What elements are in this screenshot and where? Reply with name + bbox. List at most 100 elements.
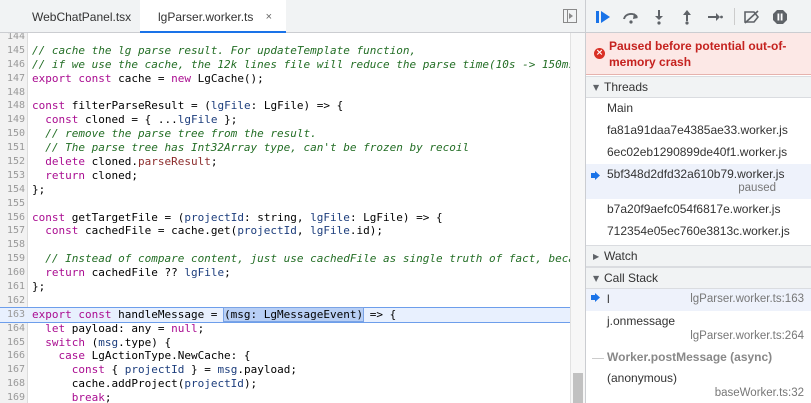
line-number[interactable]: 157 [0, 224, 25, 238]
step-out-icon [683, 9, 691, 25]
editor-scrollbar[interactable] [570, 33, 585, 403]
close-tab-icon[interactable]: × [266, 0, 272, 34]
code-line[interactable]: 152 delete cloned.parseResult; [0, 155, 570, 169]
code-line[interactable]: 153 return cloned; [0, 169, 570, 183]
code-line[interactable]: 151 // The parse tree has Int32Array typ… [0, 141, 570, 155]
line-number[interactable]: 163 [0, 308, 25, 322]
code-token: break [32, 391, 105, 403]
code-text: // if we use the cache, the 12k lines fi… [32, 58, 582, 72]
toggle-debugger-panel-icon[interactable] [563, 9, 577, 23]
code-line[interactable]: 164 let payload: any = null; [0, 322, 570, 336]
code-text: const { projectId } = msg.payload; [32, 363, 297, 377]
code-line[interactable]: 159 // Instead of compare content, just … [0, 252, 585, 266]
code-line[interactable]: 144 [0, 33, 570, 44]
line-number[interactable]: 154 [0, 183, 25, 197]
code-token: const [32, 99, 72, 113]
code-editor[interactable]: 144 145 // cache the lg parse result. For… [0, 33, 585, 403]
code-line[interactable]: 148 const filterParseResult = (lgFile: Lg… [0, 99, 570, 113]
code-line[interactable]: 160 return cachedFile ?? lgFile; [0, 266, 570, 280]
step-icon [708, 12, 723, 21]
code-token: .id); [349, 224, 384, 238]
thread-item[interactable]: 6ec02eb1290899de40f1.worker.js [586, 142, 811, 164]
code-line[interactable]: 156 const getTargetFile = (projectId: str… [0, 211, 570, 225]
code-token: , [296, 224, 311, 238]
pause-on-exceptions-button[interactable] [766, 0, 794, 33]
code-line[interactable]: 162 [0, 294, 570, 308]
code-line[interactable]: 166 case LgActionType.NewCache: { [0, 349, 570, 363]
deactivate-breakpoints-button[interactable] [738, 0, 766, 33]
code-line[interactable]: 150 // remove the parse tree from the re… [0, 127, 570, 141]
callstack-frame[interactable]: l lgParser.worker.ts:163 [586, 289, 811, 311]
tab-webchatpanel[interactable]: WebChatPanel.tsx [0, 0, 141, 33]
frame-name: (anonymous) [607, 371, 678, 385]
resume-button[interactable] [589, 0, 617, 33]
thread-item[interactable]: 712354e05ec760e3813c.worker.js [586, 221, 811, 243]
line-number[interactable]: 148 [0, 99, 25, 113]
code-line[interactable]: 149 const cloned = { ...lgFile }; [0, 113, 570, 127]
step-button[interactable] [701, 0, 729, 33]
line-number[interactable]: 167 [0, 363, 25, 377]
code-line[interactable]: 158 [0, 238, 570, 252]
callstack-frame[interactable]: (anonymous) baseWorker.ts:32 [586, 368, 811, 403]
code-line[interactable]: 167 const { projectId } = msg.payload; [0, 363, 570, 377]
line-number[interactable]: 144 [0, 33, 25, 44]
code-token: case [32, 349, 92, 363]
code-line[interactable]: 147 export const cache = new LgCache(); [0, 72, 570, 86]
code-line[interactable]: 163 export const handleMessage = (msg: Lg… [0, 306, 571, 323]
code-text: }; [32, 280, 45, 294]
line-number[interactable]: 149 [0, 113, 25, 127]
code-line[interactable]: 148 [0, 86, 570, 100]
line-number[interactable]: 145 [0, 44, 25, 58]
step-over-button[interactable] [617, 0, 645, 33]
code-line[interactable]: 169 break; [0, 391, 570, 403]
code-token: cloned. [91, 155, 138, 169]
thread-item[interactable]: fa81a91daa7e4385ae33.worker.js [586, 120, 811, 142]
thread-item[interactable]: Main [586, 98, 811, 120]
callstack-frame[interactable]: j.onmessage lgParser.worker.ts:264 [586, 311, 811, 347]
expand-triangle-icon: ▶ [593, 252, 600, 261]
line-number[interactable]: 161 [0, 280, 25, 294]
line-number[interactable]: 160 [0, 266, 25, 280]
code-line[interactable]: 165 switch (msg.type) { [0, 336, 570, 350]
code-text: cache.addProject(projectId); [32, 377, 257, 391]
line-number[interactable]: 150 [0, 127, 25, 141]
line-number[interactable]: 159 [0, 252, 25, 266]
step-out-button[interactable] [673, 0, 701, 33]
code-line[interactable]: 157 const cachedFile = cache.get(project… [0, 224, 570, 238]
line-number[interactable]: 164 [0, 322, 25, 336]
line-number[interactable]: 151 [0, 141, 25, 155]
editor-scrollbar-thumb[interactable] [573, 373, 583, 403]
code-line[interactable]: 154}; [0, 183, 570, 197]
line-number[interactable]: 146 [0, 58, 25, 72]
code-token: null [171, 321, 198, 335]
line-number[interactable]: 165 [0, 336, 25, 350]
watch-section-header[interactable]: ▶ Watch [586, 245, 811, 267]
code-line[interactable]: 155 [0, 197, 570, 211]
code-token: // The parse tree has Int32Array type, c… [32, 141, 470, 155]
code-line[interactable]: 161}; [0, 280, 570, 294]
line-number[interactable]: 152 [0, 155, 25, 169]
step-into-button[interactable] [645, 0, 673, 33]
thread-item[interactable]: 5bf348d2dfd32a610b79.worker.js paused [586, 164, 811, 199]
line-number[interactable]: 156 [0, 211, 25, 225]
code-token: parseResult [137, 155, 211, 169]
line-number[interactable]: 166 [0, 349, 25, 363]
line-number[interactable]: 158 [0, 238, 25, 252]
thread-item[interactable]: b7a20f9aefc054f6817e.worker.js [586, 199, 811, 221]
line-number[interactable]: 148 [0, 86, 25, 100]
tab-lgparser-worker[interactable]: lgParser.worker.ts × [140, 0, 286, 33]
code-line[interactable]: 168 cache.addProject(projectId); [0, 377, 570, 391]
code-token: lgFile [310, 224, 350, 238]
code-line[interactable]: 145 // cache the lg parse result. For upd… [0, 44, 570, 58]
callstack-section-header[interactable]: ▼ Call Stack [586, 267, 811, 289]
code-line[interactable]: 146 // if we use the cache, the 12k lines… [0, 58, 582, 72]
line-number[interactable]: 162 [0, 294, 25, 308]
threads-section-header[interactable]: ▼ Threads [586, 76, 811, 98]
line-number[interactable]: 169 [0, 391, 25, 403]
line-number[interactable]: 153 [0, 169, 25, 183]
line-number[interactable]: 147 [0, 72, 25, 86]
line-number[interactable]: 168 [0, 377, 25, 391]
code-token: const [32, 210, 72, 224]
code-token: payload: any = [71, 321, 172, 335]
line-number[interactable]: 155 [0, 197, 25, 211]
